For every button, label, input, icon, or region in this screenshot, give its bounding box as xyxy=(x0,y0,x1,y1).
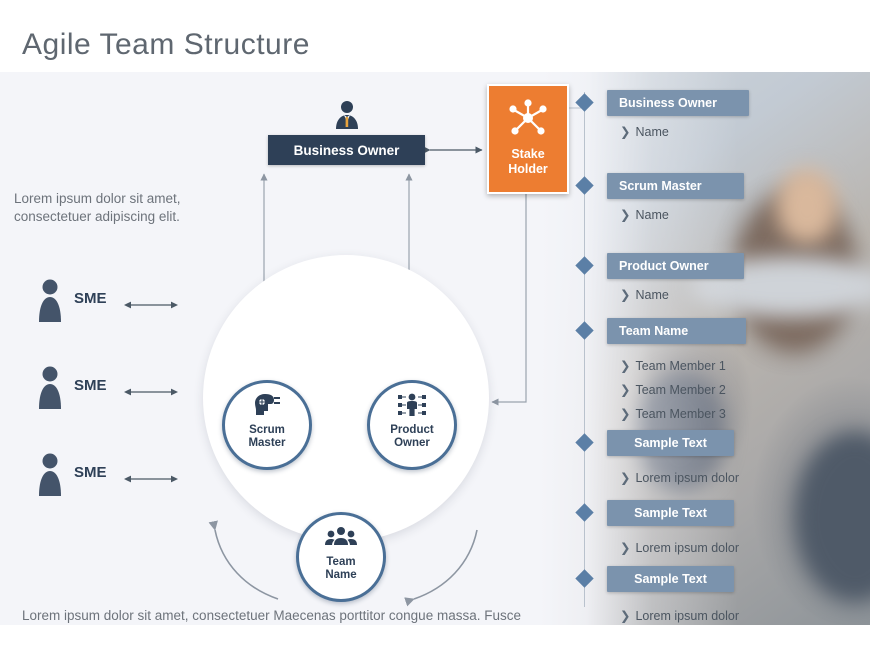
node-product-owner-line2: Owner xyxy=(394,437,430,450)
bottom-description: Lorem ipsum dolor sit amet, consectetuer… xyxy=(22,608,521,623)
sme-person-icon xyxy=(39,366,61,409)
right-pill-1[interactable]: Business Owner xyxy=(607,90,749,116)
node-scrum-master-line2: Master xyxy=(248,437,286,450)
business-owner-box[interactable]: Business Owner xyxy=(268,135,425,165)
right-item-4-1: ❯ Team Member 1 xyxy=(620,359,726,373)
scrum-master-icon xyxy=(255,394,280,415)
right-item-7-1: ❯ Lorem ipsum dolor xyxy=(620,609,739,623)
right-item-1-1: ❯ Name xyxy=(620,125,669,139)
right-pill-3-label: Product Owner xyxy=(619,259,709,273)
chevron-right-icon: ❯ xyxy=(620,407,631,421)
left-description: Lorem ipsum dolor sit amet, consectetuer… xyxy=(14,191,181,225)
sme-row-3: SME xyxy=(36,452,186,500)
stakeholder-box[interactable]: Stake Holder xyxy=(487,84,569,194)
chevron-right-icon: ❯ xyxy=(620,383,631,397)
right-item-6-1: ❯ Lorem ipsum dolor xyxy=(620,541,739,555)
sme-label-3: SME xyxy=(74,464,107,481)
node-product-owner-line1: Product xyxy=(390,424,434,437)
right-pill-5-label: Sample Text xyxy=(634,436,707,450)
right-pill-5[interactable]: Sample Text xyxy=(607,430,734,456)
right-pill-2-label: Scrum Master xyxy=(619,179,702,193)
page-title: Agile Team Structure xyxy=(22,28,310,61)
sme-arrow-1 xyxy=(124,301,178,309)
right-pill-6-label: Sample Text xyxy=(634,506,707,520)
node-product-owner[interactable]: Product Owner xyxy=(367,380,457,470)
stakeholder-label: Stake Holder xyxy=(489,147,567,176)
chevron-right-icon: ❯ xyxy=(620,541,631,555)
right-pill-7[interactable]: Sample Text xyxy=(607,566,734,592)
slide-root: Agile Team Structure Lorem ipsum dolor s… xyxy=(0,0,870,653)
right-pill-7-label: Sample Text xyxy=(634,572,707,586)
chevron-right-icon: ❯ xyxy=(620,471,631,485)
node-team-name-label: Team Name xyxy=(299,556,383,582)
diagram-panel: Lorem ipsum dolor sit amet, consectetuer… xyxy=(0,72,870,625)
node-product-owner-label: Product Owner xyxy=(370,424,454,450)
right-item-3-1: ❯ Name xyxy=(620,288,669,302)
right-pill-4[interactable]: Team Name xyxy=(607,318,746,344)
node-scrum-master-label: Scrum Master xyxy=(225,424,309,450)
node-scrum-master-line1: Scrum xyxy=(249,424,285,437)
business-owner-person-icon xyxy=(336,101,358,129)
sme-label-2: SME xyxy=(74,377,107,394)
node-team-name[interactable]: Team Name xyxy=(296,512,386,602)
sme-person-icon xyxy=(39,279,61,322)
product-owner-icon xyxy=(398,393,426,416)
right-pill-6[interactable]: Sample Text xyxy=(607,500,734,526)
sme-row-1: SME xyxy=(36,278,186,326)
chevron-right-icon: ❯ xyxy=(620,359,631,373)
sme-label-1: SME xyxy=(74,290,107,307)
stakeholder-label-line2: Holder xyxy=(508,161,548,176)
team-icon xyxy=(325,527,357,545)
chevron-right-icon: ❯ xyxy=(620,208,631,222)
node-team-name-line1: Team xyxy=(326,556,356,569)
right-item-2-1: ❯ Name xyxy=(620,208,669,222)
stakeholder-network-icon xyxy=(509,99,547,135)
node-team-name-line2: Name xyxy=(325,569,357,582)
chevron-right-icon: ❯ xyxy=(620,609,631,623)
right-item-4-3: ❯ Team Member 3 xyxy=(620,407,726,421)
sme-person-icon xyxy=(39,453,61,496)
chevron-right-icon: ❯ xyxy=(620,288,631,302)
node-scrum-master[interactable]: Scrum Master xyxy=(222,380,312,470)
right-item-4-2: ❯ Team Member 2 xyxy=(620,383,726,397)
right-pill-4-label: Team Name xyxy=(619,324,689,338)
chevron-right-icon: ❯ xyxy=(620,125,631,139)
stakeholder-label-line1: Stake xyxy=(511,147,545,162)
right-pill-2[interactable]: Scrum Master xyxy=(607,173,744,199)
sme-arrow-3 xyxy=(124,475,178,483)
sme-row-2: SME xyxy=(36,365,186,413)
right-pill-1-label: Business Owner xyxy=(619,96,717,110)
sme-arrow-2 xyxy=(124,388,178,396)
timeline-line xyxy=(584,92,585,607)
right-item-5-1: ❯ Lorem ipsum dolor xyxy=(620,471,739,485)
right-pill-3[interactable]: Product Owner xyxy=(607,253,744,279)
business-owner-box-label: Business Owner xyxy=(293,142,400,158)
